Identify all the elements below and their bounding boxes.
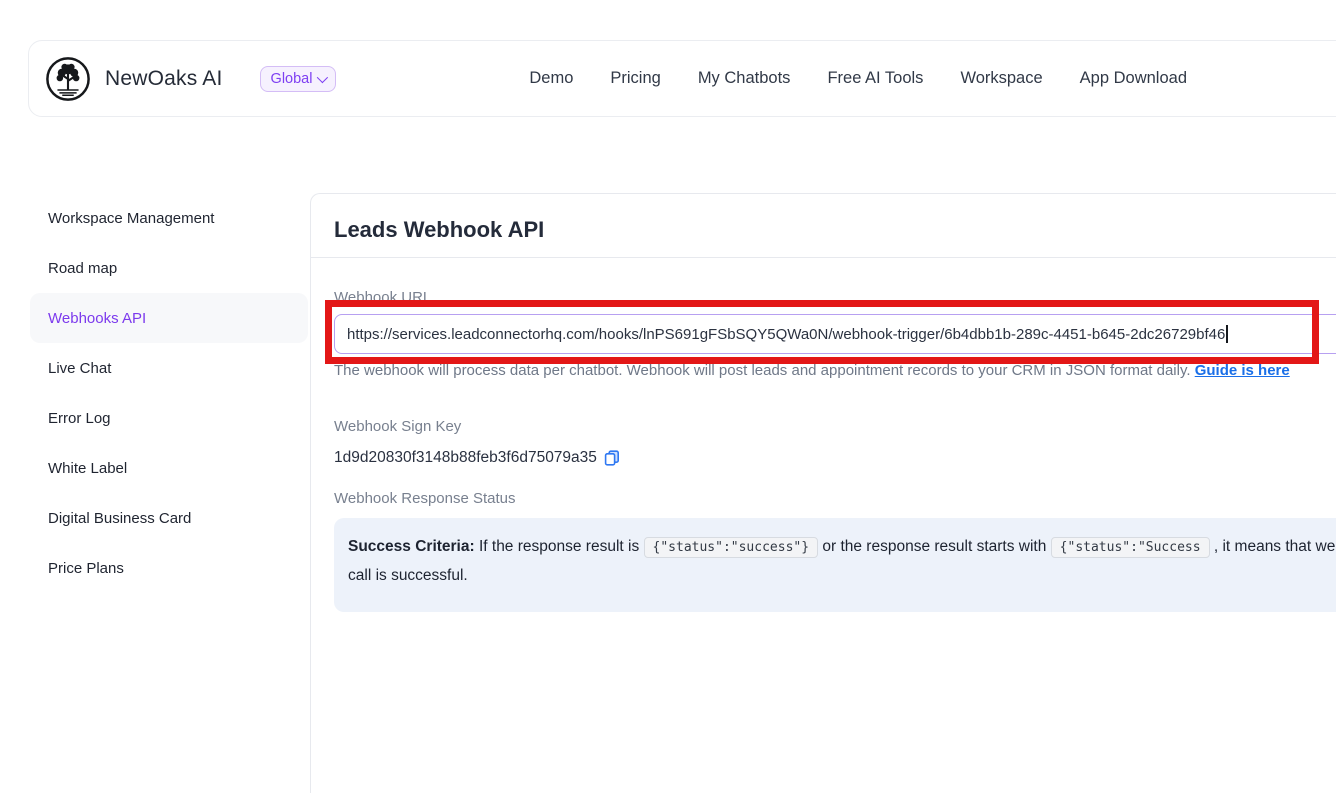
sidebar-item-live-chat[interactable]: Live Chat [30, 343, 308, 393]
top-header: NewOaks AI Global Demo Pricing My Chatbo… [28, 40, 1336, 117]
code-chip-success-lower: {"status":"success"} [644, 537, 819, 558]
sign-key-row: 1d9d20830f3148b88feb3f6d75079a35 [334, 448, 1336, 468]
region-selector-badge[interactable]: Global [260, 66, 337, 92]
guide-link[interactable]: Guide is here [1195, 362, 1290, 379]
page-title: Leads Webhook API [334, 194, 1336, 244]
success-criteria-title: Success Criteria: [348, 538, 475, 555]
sidebar-item-webhooks-api[interactable]: Webhooks API [30, 293, 308, 343]
chevron-down-icon [317, 71, 328, 82]
success-criteria-box: Success Criteria: If the response result… [334, 518, 1336, 612]
nav-item-app-download[interactable]: App Download [1080, 69, 1187, 88]
sign-key-label: Webhook Sign Key [334, 417, 1336, 437]
webhook-description-text: The webhook will process data per chatbo… [334, 362, 1195, 379]
nav-item-pricing[interactable]: Pricing [610, 69, 660, 88]
region-badge-label: Global [271, 71, 313, 87]
response-status-label: Webhook Response Status [334, 489, 1336, 509]
webhook-api-panel: Leads Webhook API Webhook URL https://se… [310, 193, 1336, 793]
sign-key-value: 1d9d20830f3148b88feb3f6d75079a35 [334, 448, 597, 468]
newoaks-tree-logo-icon [45, 56, 91, 102]
success-criteria-part1: If the response result is [475, 538, 644, 555]
nav-item-workspace[interactable]: Workspace [960, 69, 1042, 88]
sidebar-item-error-log[interactable]: Error Log [30, 393, 308, 443]
nav-item-my-chatbots[interactable]: My Chatbots [698, 69, 791, 88]
copy-icon[interactable] [604, 450, 620, 466]
nav-item-free-ai-tools[interactable]: Free AI Tools [827, 69, 923, 88]
success-criteria-part2: or the response result starts with [818, 538, 1051, 555]
sidebar-item-price-plans[interactable]: Price Plans [30, 543, 308, 593]
brand-name: NewOaks AI [105, 67, 223, 91]
title-divider [311, 257, 1336, 258]
sidebar-item-digital-business-card[interactable]: Digital Business Card [30, 493, 308, 543]
webhook-url-value: https://services.leadconnectorhq.com/hoo… [347, 326, 1225, 343]
settings-sidebar: Workspace Management Road map Webhooks A… [30, 193, 308, 593]
text-caret [1226, 325, 1228, 343]
sidebar-item-workspace-management[interactable]: Workspace Management [30, 193, 308, 243]
webhook-url-input[interactable]: https://services.leadconnectorhq.com/hoo… [334, 314, 1336, 354]
sidebar-item-white-label[interactable]: White Label [30, 443, 308, 493]
nav-item-demo[interactable]: Demo [529, 69, 573, 88]
code-chip-success-upper: {"status":"Success [1051, 537, 1210, 558]
webhook-url-label: Webhook URL [334, 288, 1336, 308]
main-nav: Demo Pricing My Chatbots Free AI Tools W… [529, 69, 1187, 88]
webhook-description: The webhook will process data per chatbo… [334, 361, 1336, 381]
sidebar-item-road-map[interactable]: Road map [30, 243, 308, 293]
